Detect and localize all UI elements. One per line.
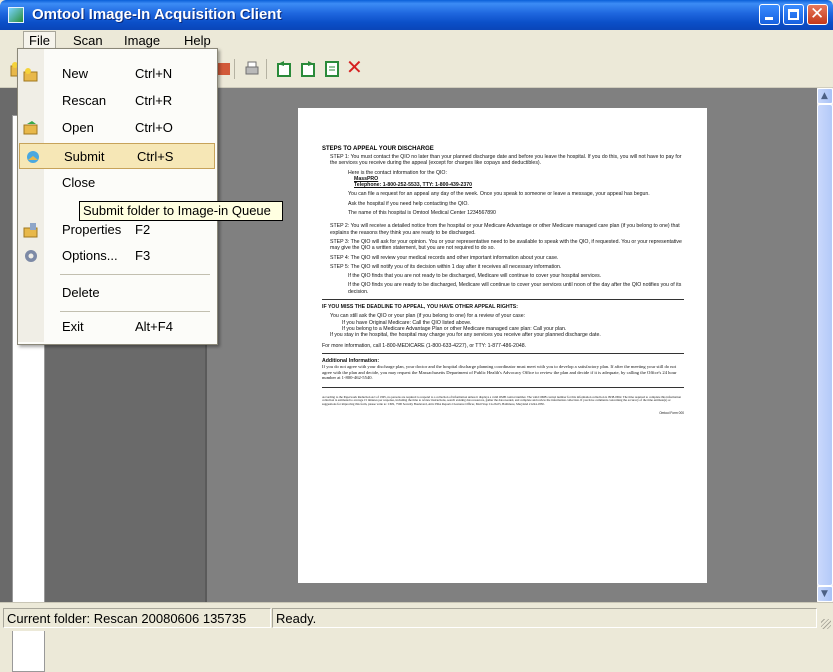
doc-body: STEP 1: You must contact the QIO no late… (322, 154, 684, 416)
menu-item-label: New (62, 66, 89, 81)
menu-bar: File Scan Image Help (0, 30, 833, 50)
doc-step3: STEP 3: The QIO will ask for your opinio… (330, 238, 682, 252)
window-title: Omtool Image-In Acquisition Client (32, 6, 282, 23)
file-menu: New Ctrl+N Rescan Ctrl+R Open Ctrl+O Sub… (17, 48, 218, 345)
doc-footer-text: According to the Paperwork Reduction Act… (322, 394, 681, 407)
open-folder-icon (23, 121, 38, 135)
document-text: STEPS TO APPEAL YOUR DISCHARGE STEP 1: Y… (322, 146, 684, 416)
doc-step2: STEP 2: You will receive a detailed noti… (330, 223, 680, 236)
menu-item-exit[interactable]: Exit Alt+F4 (18, 314, 215, 340)
doc-additional-text: If you do not agree with your discharge … (322, 364, 684, 388)
status-bar: Current folder: Rescan 20080606 135735 R… (0, 602, 833, 631)
status-text: Ready. (272, 608, 817, 628)
print-icon[interactable] (243, 60, 261, 78)
close-icon: ✕ (810, 4, 825, 24)
toolbar-separator (266, 59, 267, 79)
resize-grip[interactable] (821, 619, 831, 629)
maximize-icon (788, 9, 799, 20)
app-icon (8, 7, 24, 23)
document-viewer[interactable]: STEPS TO APPEAL YOUR DISCHARGE STEP 1: Y… (205, 88, 817, 602)
chevron-up-icon: ▲ (821, 91, 828, 101)
gear-icon (25, 250, 37, 262)
properties-icon (23, 223, 38, 238)
doc-missed-heading: IF YOU MISS THE DEADLINE TO APPEAL, YOU … (322, 304, 518, 311)
menu-scan[interactable]: Scan (67, 32, 109, 49)
menu-item-label: Delete (62, 285, 100, 300)
menu-item-label: Exit (62, 319, 84, 334)
doc-step5-b: If the QIO finds you are ready to be dis… (322, 282, 684, 301)
doc-step1: STEP 1: You must contact the QIO no late… (330, 154, 682, 167)
maximize-button[interactable] (783, 4, 804, 25)
menu-image[interactable]: Image (118, 32, 166, 49)
menu-help[interactable]: Help (178, 32, 217, 49)
scroll-down-button[interactable]: ▼ (817, 586, 833, 602)
menu-item-close[interactable]: Close (18, 170, 215, 196)
menu-item-options[interactable]: Options... F3 (18, 243, 215, 269)
close-button[interactable]: ✕ (807, 4, 828, 25)
menu-item-submit[interactable]: Submit Ctrl+S (19, 143, 215, 169)
menu-item-label: Close (62, 175, 96, 190)
menu-item-label: Submit (64, 149, 105, 164)
menu-item-shortcut: Ctrl+N (135, 66, 173, 81)
submit-tooltip: Submit folder to Image-in Queue (79, 201, 283, 221)
menu-item-label: Rescan (62, 93, 107, 108)
doc-step5-a: If the QIO finds that you are not ready … (348, 273, 602, 280)
rotate-left-icon[interactable] (275, 60, 293, 78)
doc-heading: STEPS TO APPEAL YOUR DISCHARGE (322, 146, 434, 152)
menu-item-delete[interactable]: Delete (18, 280, 215, 306)
scroll-up-button[interactable]: ▲ (817, 88, 833, 104)
new-folder-icon (23, 68, 38, 82)
doc-bullet-help: Ask the hospital if you need help contac… (348, 200, 469, 207)
scroll-thumb[interactable] (817, 104, 833, 586)
menu-separator (60, 311, 210, 312)
vertical-scrollbar[interactable]: ▲ ▼ (817, 88, 833, 602)
minimize-icon (765, 17, 773, 20)
delete-icon[interactable]: ✕ (346, 55, 363, 79)
doc-step4: STEP 4: The QIO will review your medical… (330, 254, 559, 261)
submit-icon (27, 151, 39, 163)
menu-item-label: Open (62, 120, 94, 135)
menu-item-label: Options... (62, 248, 118, 263)
page-icon[interactable] (323, 60, 341, 78)
doc-more-info: For more information, call 1-800-MEDICAR… (322, 343, 684, 354)
rotate-right-icon[interactable] (299, 60, 317, 78)
menu-item-shortcut: Ctrl+R (135, 93, 173, 108)
menu-item-shortcut: Alt+F4 (135, 319, 173, 334)
menu-separator (60, 274, 210, 275)
menu-item-shortcut: F3 (135, 248, 151, 263)
toolbar-separator (234, 59, 235, 79)
doc-bullet-name: The name of this hospital is Omtool Medi… (348, 210, 496, 217)
menu-item-shortcut: Ctrl+O (135, 120, 173, 135)
minimize-button[interactable] (759, 4, 780, 25)
title-bar[interactable]: Omtool Image-In Acquisition Client ✕ (0, 0, 833, 30)
menu-item-rescan[interactable]: Rescan Ctrl+R (18, 88, 215, 114)
status-folder: Current folder: Rescan 20080606 135735 (3, 608, 271, 628)
doc-form-number: Omtool Form 000 (659, 411, 684, 416)
doc-step5: STEP 5: The QIO will notify you of its d… (330, 263, 562, 270)
menu-item-shortcut: Ctrl+S (137, 149, 174, 164)
document-page: STEPS TO APPEAL YOUR DISCHARGE STEP 1: Y… (298, 108, 707, 583)
menu-item-open[interactable]: Open Ctrl+O (18, 115, 215, 141)
doc-missed-2: If you stay in the hospital, the hospita… (330, 332, 601, 339)
chevron-down-icon: ▼ (821, 589, 828, 599)
menu-item-new[interactable]: New Ctrl+N (18, 61, 215, 87)
doc-bullet-request: You can file a request for an appeal any… (348, 191, 650, 198)
doc-contact-phone: Telephone: 1-800-252-5533, TTY: 1-800-43… (354, 182, 473, 189)
